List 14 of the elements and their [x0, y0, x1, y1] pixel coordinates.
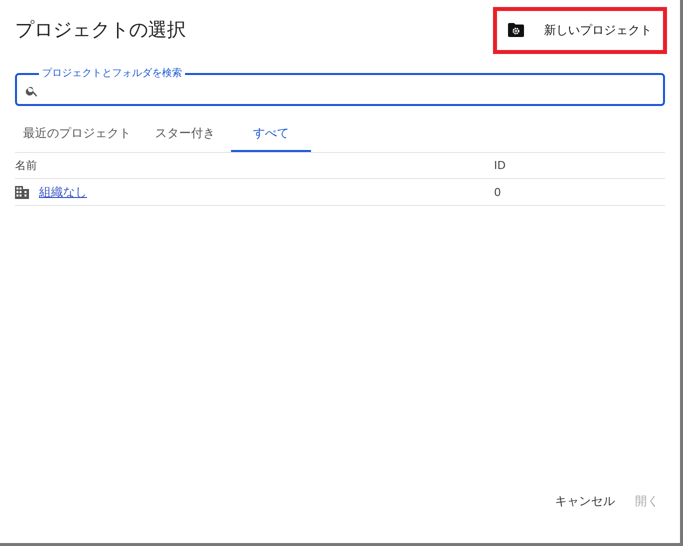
- project-link[interactable]: 組織なし: [39, 184, 87, 200]
- column-header: 名前: [15, 158, 38, 173]
- new-project-button[interactable]: 新しいプロジェクト: [500, 14, 660, 46]
- table-cell-text: 0: [494, 186, 502, 198]
- tab[interactable]: スター付き: [147, 119, 223, 152]
- building-icon: [15, 186, 29, 198]
- folder-gear-icon: [508, 23, 524, 37]
- column-header: ID: [494, 159, 507, 172]
- dialog-button[interactable]: キャンセル: [549, 487, 621, 516]
- tab[interactable]: すべて: [231, 119, 311, 152]
- dialog-title: プロジェクトの選択: [15, 18, 186, 43]
- search-field[interactable]: プロジェクトとフォルダを検索: [15, 68, 665, 106]
- field-label: プロジェクトとフォルダを検索: [41, 68, 183, 80]
- tab[interactable]: 最近のプロジェクト: [15, 119, 139, 152]
